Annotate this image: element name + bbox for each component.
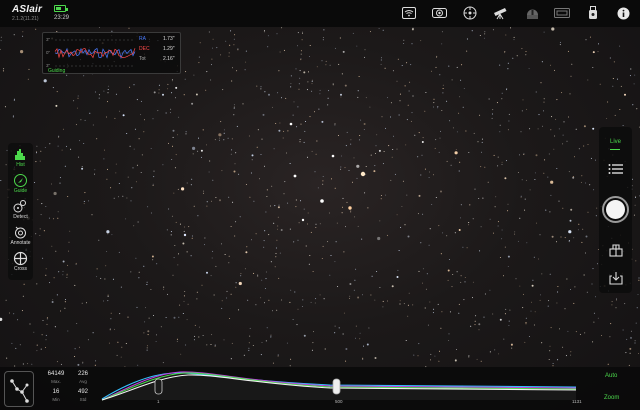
ra-value: 1.73": [163, 36, 175, 42]
std-value: 492: [77, 389, 88, 395]
cross-tool-button[interactable]: Cross: [8, 251, 33, 277]
app-logo: ASIair: [12, 4, 43, 15]
histogram[interactable]: [100, 369, 578, 403]
midtone-slider[interactable]: [332, 378, 341, 395]
tot-value: 2.16": [163, 56, 175, 62]
annotate-tool-label: Annotate: [10, 240, 31, 246]
dec-value: 1.29": [163, 46, 175, 52]
app-version: 2.1.2(11.21): [12, 16, 39, 22]
left-tool-panel: Hist Guide Detect Annotate Cross: [8, 143, 33, 280]
avg-value: 226: [77, 371, 88, 377]
zoom-button[interactable]: Zoom: [604, 395, 619, 401]
detect-tool-label: Detect: [13, 214, 28, 220]
guide-tool-button[interactable]: Guide: [8, 173, 33, 199]
clock: 23:29: [54, 15, 70, 21]
svg-text:0": 0": [46, 50, 51, 55]
filter-wheel-icon[interactable]: [554, 5, 570, 21]
hist-tool-label: Hist: [16, 162, 25, 168]
guiding-graph[interactable]: 3" 0" 3" RA 1.73" DEC 1.29" Tot 2.16" Gu…: [42, 32, 181, 74]
tools-box-icon[interactable]: [609, 243, 623, 257]
list-icon[interactable]: [608, 163, 623, 175]
mode-live-tab[interactable]: Live: [599, 139, 632, 145]
avg-label: Avg: [79, 379, 87, 384]
dec-label: DEC: [139, 46, 150, 52]
annotate-tool-button[interactable]: Annotate: [8, 225, 33, 251]
camera-icon[interactable]: [431, 5, 447, 21]
ra-label: RA: [139, 36, 146, 42]
hist-mid-tick: 500: [335, 399, 343, 404]
hist-right-tick: 1131: [572, 399, 582, 404]
constellation-icon: [10, 379, 29, 403]
shutter-button[interactable]: [602, 196, 629, 223]
annotate-icon: [15, 226, 26, 239]
max-value: 64149: [47, 371, 65, 377]
guide-icon: [14, 174, 27, 187]
constellation-button[interactable]: [4, 371, 34, 407]
top-bar: ASIair 2.1.2(11.21) 23:29: [0, 0, 640, 27]
battery-icon: [54, 5, 68, 12]
histogram-icon: [15, 149, 25, 160]
telescope-icon[interactable]: [492, 5, 508, 21]
svg-text:3": 3": [46, 37, 51, 42]
black-point-slider[interactable]: [154, 378, 163, 395]
detect-tool-button[interactable]: Detect: [8, 199, 33, 225]
tot-label: Tot: [139, 56, 146, 62]
hist-left-tick: 1: [157, 399, 160, 404]
detect-icon: [13, 200, 26, 213]
focuser-icon[interactable]: [462, 5, 478, 21]
info-icon[interactable]: [615, 5, 631, 21]
right-control-panel: Live: [599, 127, 632, 293]
cross-tool-label: Cross: [13, 266, 28, 272]
auto-stretch-button[interactable]: Auto: [605, 373, 617, 379]
min-label: Min: [52, 397, 60, 402]
min-value: 16: [52, 389, 60, 395]
crosshair-icon: [13, 251, 28, 266]
hist-tool-button[interactable]: Hist: [8, 147, 33, 173]
guide-tool-label: Guide: [13, 188, 28, 194]
wifi-icon[interactable]: [401, 5, 417, 21]
std-label: Std: [79, 397, 87, 402]
max-label: Max.: [51, 379, 61, 384]
observatory-icon[interactable]: [524, 5, 540, 21]
save-icon[interactable]: [609, 271, 623, 285]
mode-underline: [610, 149, 620, 150]
usb-drive-icon[interactable]: [585, 5, 601, 21]
guiding-label: Guiding: [48, 68, 66, 74]
